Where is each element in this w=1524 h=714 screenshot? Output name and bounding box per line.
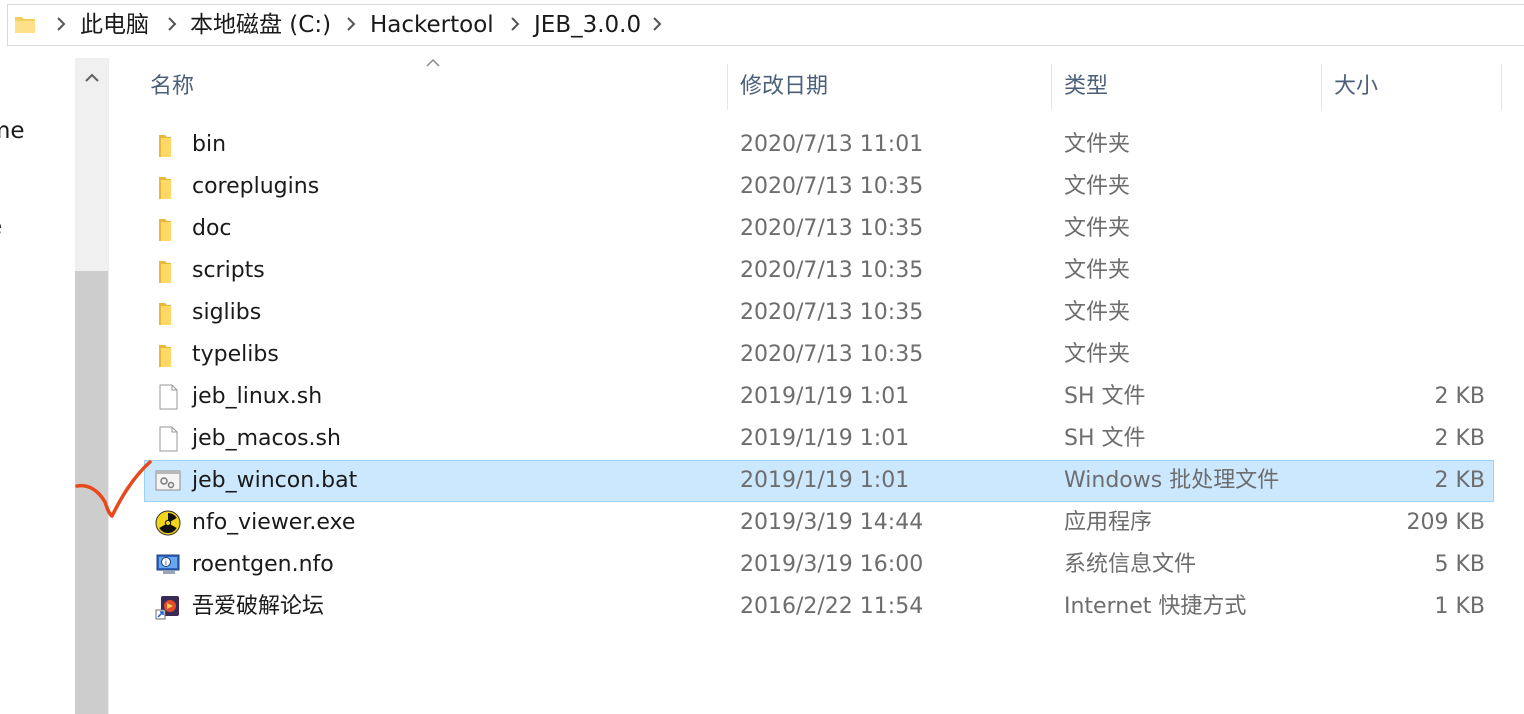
file-row[interactable]: typelibs 2020/7/13 10:35 文件夹 — [144, 334, 1494, 376]
folder-icon — [159, 261, 171, 283]
checkmark-annotation-icon — [75, 460, 152, 518]
file-date: 2019/1/19 1:01 — [740, 426, 910, 451]
file-row[interactable]: i roentgen.nfo 2019/3/19 16:00 系统信息文件 5 … — [144, 544, 1494, 586]
file-name: doc — [192, 216, 232, 241]
chevron-right-icon[interactable] — [54, 15, 68, 33]
file-row-selected[interactable]: jeb_wincon.bat 2019/1/19 1:01 Windows 批处… — [144, 460, 1494, 502]
breadcrumb-jeb[interactable]: JEB_3.0.0 — [534, 10, 641, 40]
file-size: 2 KB — [1434, 468, 1485, 493]
file-row[interactable]: doc 2020/7/13 10:35 文件夹 — [144, 208, 1494, 250]
file-date: 2019/3/19 14:44 — [740, 510, 924, 535]
file-type: 应用程序 — [1064, 510, 1153, 535]
file-type: 文件夹 — [1064, 132, 1131, 157]
file-date: 2019/1/19 1:01 — [740, 468, 910, 493]
file-name: 吾爱破解论坛 — [192, 594, 325, 619]
file-row[interactable]: jeb_macos.sh 2019/1/19 1:01 SH 文件 2 KB — [144, 418, 1494, 460]
file-type: 文件夹 — [1064, 174, 1131, 199]
file-type: 系统信息文件 — [1064, 552, 1197, 577]
file-type: SH 文件 — [1064, 384, 1146, 409]
column-header-type-label: 类型 — [1064, 74, 1109, 99]
file-type: 文件夹 — [1064, 342, 1131, 367]
file-date: 2020/7/13 11:01 — [740, 132, 924, 157]
file-icon — [159, 384, 178, 410]
folder-icon — [159, 303, 171, 325]
folder-icon — [159, 219, 171, 241]
file-type: Internet 快捷方式 — [1064, 594, 1247, 619]
chevron-right-icon[interactable] — [165, 15, 179, 33]
column-header-type[interactable]: 类型 — [1052, 64, 1322, 110]
file-name: coreplugins — [192, 174, 320, 199]
folder-icon — [159, 135, 171, 157]
navigation-pane[interactable]: me e — [0, 50, 75, 714]
column-header-date-label: 修改日期 — [740, 74, 829, 99]
file-name: siglibs — [192, 300, 262, 325]
file-name: scripts — [192, 258, 265, 283]
column-header-row: 名称 修改日期 类型 大小 — [109, 58, 1524, 110]
column-header-size-label: 大小 — [1334, 74, 1379, 99]
breadcrumb-this-pc[interactable]: 此电脑 — [80, 10, 149, 40]
file-size: 209 KB — [1406, 510, 1485, 535]
file-name: typelibs — [192, 342, 279, 367]
file-size: 1 KB — [1434, 594, 1485, 619]
nav-item[interactable]: me — [0, 118, 25, 144]
file-row[interactable]: bin 2020/7/13 11:01 文件夹 — [144, 124, 1494, 166]
file-name: jeb_wincon.bat — [192, 468, 358, 493]
internet-shortcut-icon — [155, 596, 179, 620]
file-date: 2020/7/13 10:35 — [740, 342, 924, 367]
file-name: jeb_linux.sh — [192, 384, 323, 409]
nav-scrollbar[interactable] — [75, 58, 108, 714]
file-name: jeb_macos.sh — [192, 426, 341, 451]
file-row[interactable]: siglibs 2020/7/13 10:35 文件夹 — [144, 292, 1494, 334]
column-header-size[interactable]: 大小 — [1322, 64, 1502, 110]
file-list[interactable]: 名称 修改日期 类型 大小 bin 2020/7/13 11:01 文件夹 co… — [109, 50, 1524, 714]
file-type: 文件夹 — [1064, 258, 1131, 283]
file-date: 2016/2/22 11:54 — [740, 594, 924, 619]
file-row[interactable]: coreplugins 2020/7/13 10:35 文件夹 — [144, 166, 1494, 208]
file-row[interactable]: 吾爱破解论坛 2016/2/22 11:54 Internet 快捷方式 1 K… — [144, 586, 1494, 628]
file-date: 2020/7/13 10:35 — [740, 216, 924, 241]
file-date: 2020/7/13 10:35 — [740, 258, 924, 283]
folder-icon — [15, 17, 35, 33]
file-type: SH 文件 — [1064, 426, 1146, 451]
file-date: 2020/7/13 10:35 — [740, 300, 924, 325]
chevron-right-icon[interactable] — [344, 15, 358, 33]
batch-file-icon — [155, 470, 181, 491]
file-size: 2 KB — [1434, 384, 1485, 409]
file-row[interactable]: jeb_linux.sh 2019/1/19 1:01 SH 文件 2 KB — [144, 376, 1494, 418]
file-name: roentgen.nfo — [192, 552, 334, 577]
file-name: nfo_viewer.exe — [192, 510, 356, 535]
file-size: 5 KB — [1434, 552, 1485, 577]
folder-icon — [159, 345, 171, 367]
file-icon — [159, 426, 178, 452]
nav-item[interactable]: e — [0, 214, 2, 240]
system-info-icon: i — [156, 554, 180, 574]
file-date: 2020/7/13 10:35 — [740, 174, 924, 199]
svg-text:i: i — [165, 559, 167, 567]
column-header-name[interactable]: 名称 — [138, 64, 728, 110]
file-name: bin — [192, 132, 227, 157]
file-date: 2019/3/19 16:00 — [740, 552, 924, 577]
file-size: 2 KB — [1434, 426, 1485, 451]
chevron-right-icon[interactable] — [650, 15, 664, 33]
chevron-right-icon[interactable] — [508, 15, 522, 33]
breadcrumb-hackertool[interactable]: Hackertool — [370, 10, 494, 40]
file-type: Windows 批处理文件 — [1064, 468, 1280, 493]
radiation-app-icon — [155, 510, 181, 536]
file-row[interactable]: scripts 2020/7/13 10:35 文件夹 — [144, 250, 1494, 292]
chevron-up-icon — [84, 73, 99, 82]
scroll-up-button[interactable] — [75, 58, 108, 98]
column-header-date[interactable]: 修改日期 — [728, 64, 1052, 110]
file-date: 2019/1/19 1:01 — [740, 384, 910, 409]
file-type: 文件夹 — [1064, 300, 1131, 325]
breadcrumb-local-disk[interactable]: 本地磁盘 (C:) — [190, 10, 331, 40]
column-header-name-label: 名称 — [150, 74, 195, 99]
address-bar[interactable]: 此电脑 本地磁盘 (C:) Hackertool JEB_3.0.0 — [0, 0, 1524, 50]
folder-icon — [159, 177, 171, 199]
file-row[interactable]: nfo_viewer.exe 2019/3/19 14:44 应用程序 209 … — [144, 502, 1494, 544]
file-type: 文件夹 — [1064, 216, 1131, 241]
